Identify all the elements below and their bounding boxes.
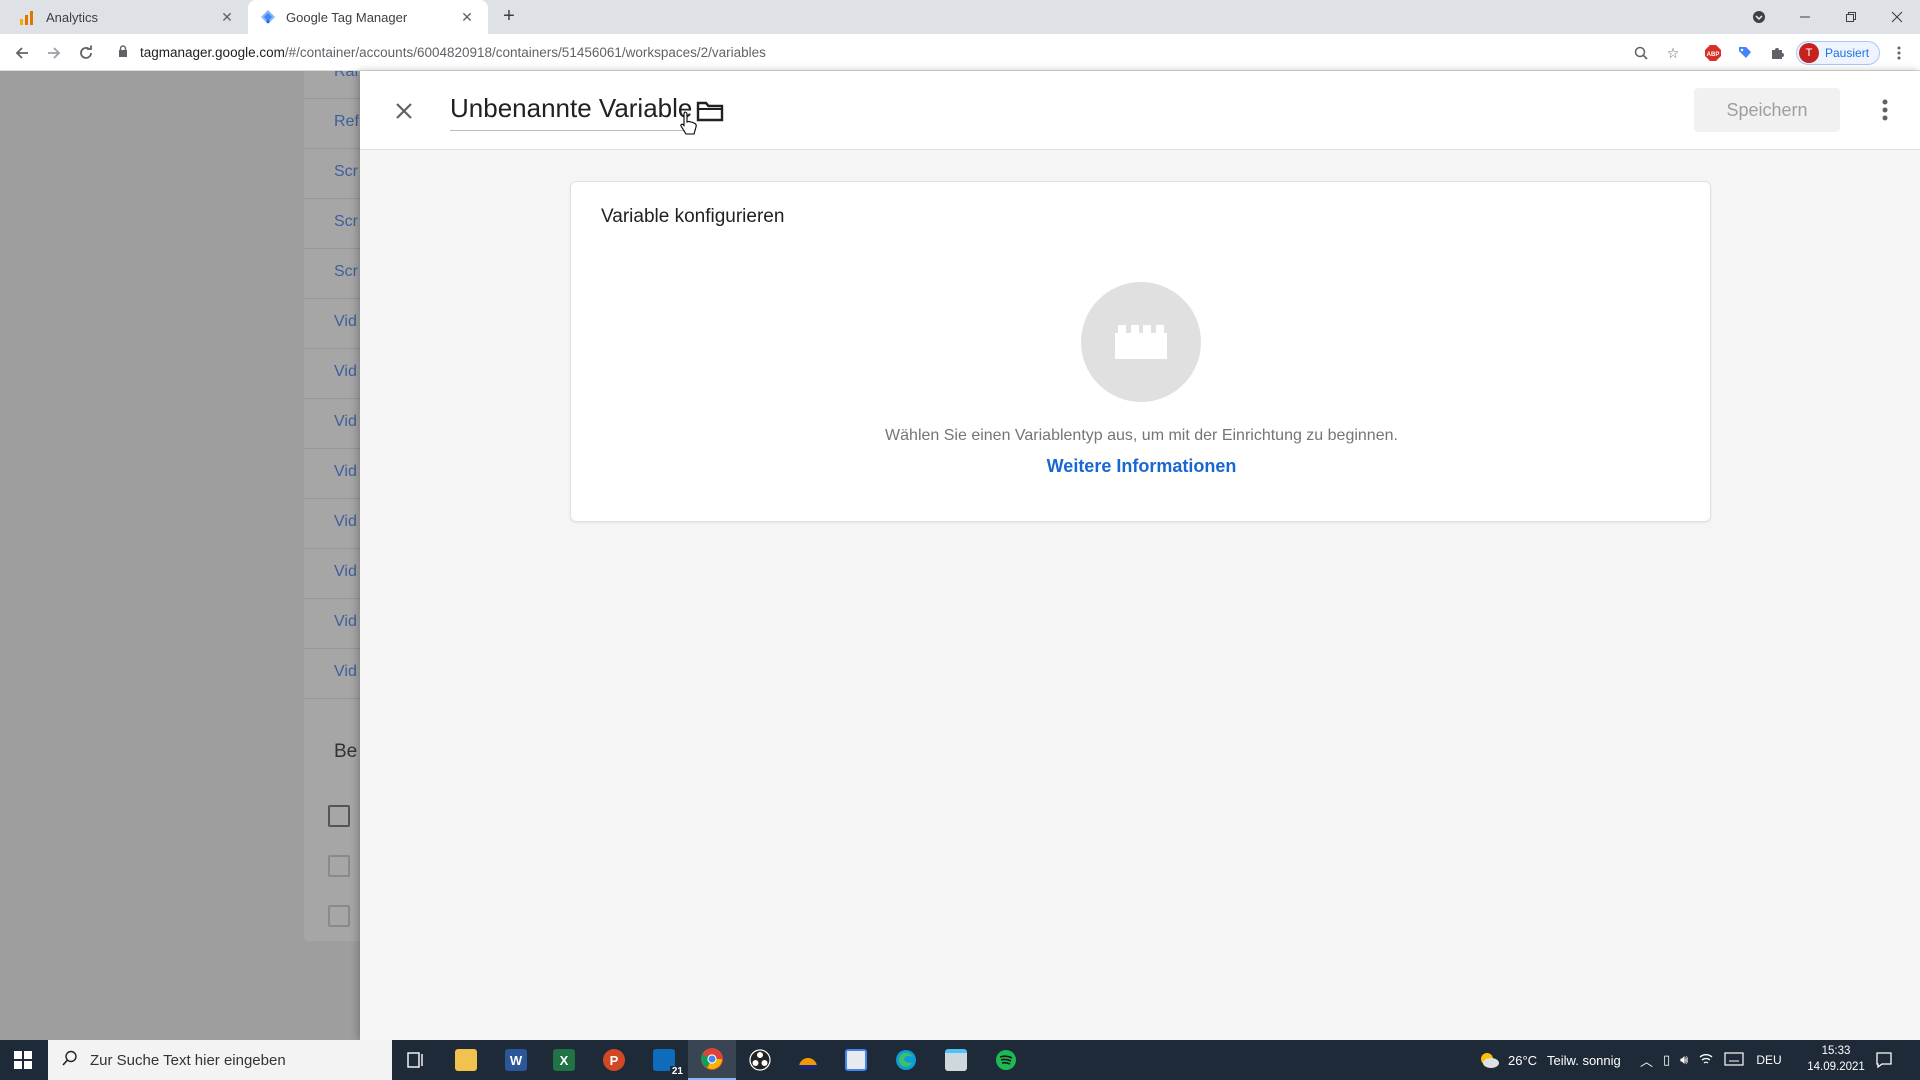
back-icon[interactable] xyxy=(10,41,34,65)
background-variable-row[interactable]: Vid xyxy=(304,449,360,499)
type-hint: Wählen Sie einen Variablentyp aus, um mi… xyxy=(885,427,1398,444)
hand-cursor-icon xyxy=(680,111,698,137)
star-icon[interactable]: ☆ xyxy=(1662,42,1684,64)
background-variable-row[interactable]: Scr xyxy=(304,199,360,249)
restore-icon[interactable] xyxy=(1828,0,1874,34)
tray-icons: ︿ ▯ 🔊︎ DEU xyxy=(1640,1040,1782,1080)
checkbox[interactable] xyxy=(328,905,350,927)
analytics-icon xyxy=(20,9,36,25)
save-button[interactable]: Speichern xyxy=(1694,88,1840,132)
variable-configuration-card[interactable]: Variable konfigurieren Wählen Sie einen … xyxy=(570,181,1711,522)
chrome-menu-icon[interactable] xyxy=(1888,42,1910,64)
mail-icon[interactable]: 21 xyxy=(640,1040,688,1080)
browser-tab-strip: Analytics ✕ Google Tag Manager ✕ + xyxy=(0,0,1920,34)
notepad-icon[interactable] xyxy=(932,1040,980,1080)
edge-icon[interactable] xyxy=(882,1040,930,1080)
more-vert-icon[interactable] xyxy=(1870,95,1900,125)
url-path: /#/container/accounts/6004820918/contain… xyxy=(284,45,766,60)
background-variable-row[interactable]: Vid xyxy=(304,349,360,399)
close-window-icon[interactable] xyxy=(1874,0,1920,34)
task-view-icon[interactable] xyxy=(392,1040,440,1080)
minimize-icon[interactable] xyxy=(1782,0,1828,34)
tab-close-icon[interactable]: ✕ xyxy=(458,8,476,26)
checkbox[interactable] xyxy=(328,855,350,877)
screenshot-tool-icon[interactable] xyxy=(832,1040,880,1080)
partly-sunny-icon xyxy=(1481,1053,1499,1068)
tab-google-tag-manager[interactable]: Google Tag Manager ✕ xyxy=(248,0,488,34)
background-variable-row[interactable]: Vid xyxy=(304,499,360,549)
chrome-icon[interactable] xyxy=(688,1040,736,1080)
puzzle-icon[interactable] xyxy=(1766,42,1788,64)
keyboard-icon[interactable] xyxy=(1724,1051,1744,1069)
search-placeholder: Zur Suche Text hier eingeben xyxy=(90,1051,286,1069)
url-host: tagmanager.google.com xyxy=(140,45,285,60)
background-section-heading: Be xyxy=(334,741,358,762)
tab-close-icon[interactable]: ✕ xyxy=(218,8,236,26)
mail-badge: 21 xyxy=(669,1066,685,1077)
checkbox[interactable] xyxy=(328,805,350,827)
url-field[interactable]: tagmanager.google.com/#/container/accoun… xyxy=(108,38,1694,67)
background-variable-row[interactable]: Scr xyxy=(304,249,360,299)
excel-icon[interactable]: X xyxy=(540,1040,588,1080)
obs-icon[interactable] xyxy=(736,1040,784,1080)
background-variable-row[interactable]: Ref xyxy=(304,99,360,149)
search-icon xyxy=(62,1050,78,1071)
card-title: Variable konfigurieren xyxy=(601,206,785,227)
profile-status: Pausiert xyxy=(1825,46,1870,60)
language-indicator[interactable]: DEU xyxy=(1756,1053,1781,1067)
app-icon[interactable] xyxy=(784,1040,832,1080)
reload-icon[interactable] xyxy=(74,41,98,65)
word-icon[interactable]: W xyxy=(492,1040,540,1080)
spotify-icon[interactable] xyxy=(982,1040,1030,1080)
lock-icon xyxy=(118,45,130,60)
variable-name-field[interactable]: Unbenannte Variable xyxy=(450,93,693,131)
weather-desc: Teilw. sonnig xyxy=(1547,1052,1621,1068)
profile-button[interactable]: T Pausiert xyxy=(1796,41,1880,65)
tab-title: Analytics xyxy=(46,9,99,25)
avatar: T xyxy=(1799,43,1819,63)
background-variable-row[interactable]: Vid xyxy=(304,299,360,349)
adblock-icon[interactable]: ABP xyxy=(1702,42,1724,64)
background-variable-row[interactable]: Vid xyxy=(304,649,360,699)
tab-title: Google Tag Manager xyxy=(286,9,408,25)
meet-now-icon[interactable]: ▯ xyxy=(1663,1052,1670,1068)
variable-editor-sheet: Unbenannte Variable Speichern Variable k… xyxy=(360,71,1920,1040)
weather-widget[interactable]: 26°C Teilw. sonnig xyxy=(1478,1040,1621,1080)
background-variable-row[interactable]: Scr xyxy=(304,149,360,199)
clock-time: 15:33 xyxy=(1821,1045,1851,1057)
file-explorer-icon[interactable] xyxy=(442,1040,490,1080)
lego-brick-icon xyxy=(1115,325,1167,359)
tag-assistant-icon[interactable] xyxy=(1734,42,1756,64)
background-variable-row[interactable]: Vid xyxy=(304,549,360,599)
volume-icon[interactable]: 🔊︎ xyxy=(1680,1052,1688,1068)
address-toolbar: tagmanager.google.com/#/container/accoun… xyxy=(0,34,1920,71)
powerpoint-icon[interactable]: P xyxy=(590,1040,638,1080)
sheet-header: Unbenannte Variable Speichern xyxy=(360,71,1920,150)
forward-icon[interactable] xyxy=(42,41,66,65)
windows-taskbar: Zur Suche Text hier eingeben W X P 21 26… xyxy=(0,1040,1920,1080)
clock[interactable]: 15:33 14.09.2021 xyxy=(1806,1043,1866,1075)
wifi-icon[interactable] xyxy=(1698,1052,1714,1069)
tab-search-icon[interactable] xyxy=(1736,0,1782,34)
variable-type-placeholder[interactable] xyxy=(1081,282,1201,402)
background-variables-page: Ran Ref Scr Scr Scr Vid Vid Vid Vid Vid Vid Vid Vid … xyxy=(0,71,360,1040)
windows-start-icon[interactable] xyxy=(0,1040,46,1080)
background-variable-row[interactable]: Vid xyxy=(304,599,360,649)
tab-analytics[interactable]: Analytics ✕ xyxy=(8,0,248,34)
more-info-link[interactable]: Weitere Informationen xyxy=(571,456,1712,477)
close-icon[interactable] xyxy=(388,95,420,127)
background-variable-row[interactable]: Ran xyxy=(304,71,360,99)
svg-text:ABP: ABP xyxy=(1707,52,1720,58)
folder-icon[interactable] xyxy=(696,99,726,125)
tag-manager-icon xyxy=(260,9,276,25)
weather-temp: 26°C xyxy=(1508,1052,1538,1068)
background-variable-row[interactable]: Vid xyxy=(304,399,360,449)
notification-icon[interactable] xyxy=(1864,1040,1904,1080)
clock-date: 14.09.2021 xyxy=(1807,1061,1865,1073)
taskbar-search-field[interactable]: Zur Suche Text hier eingeben xyxy=(48,1040,392,1080)
new-tab-icon[interactable]: + xyxy=(498,6,520,28)
zoom-icon[interactable] xyxy=(1630,42,1652,64)
chevron-up-icon[interactable]: ︿ xyxy=(1640,1051,1653,1070)
